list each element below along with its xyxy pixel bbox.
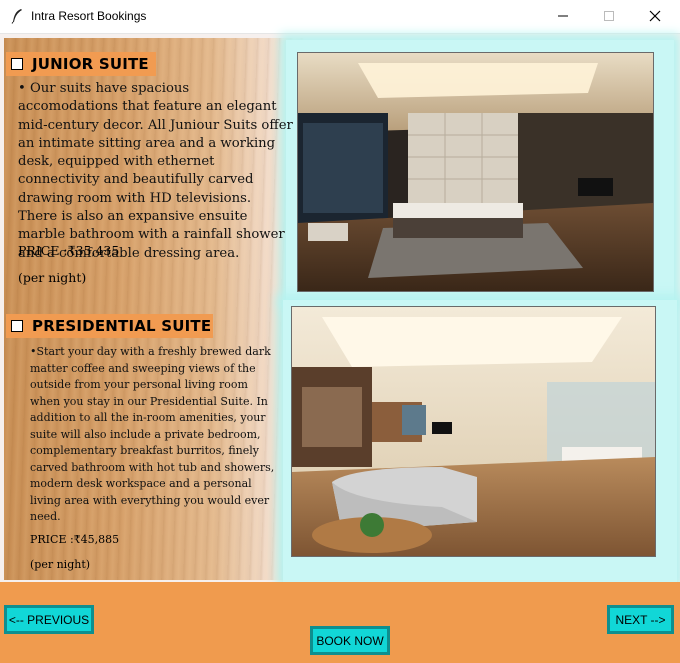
footer-bar: <-- PREVIOUS NEXT --> BOOK NOW bbox=[0, 582, 680, 663]
presidential-suite-description: •Start your day with a freshly brewed da… bbox=[30, 345, 275, 523]
junior-suite-description: • Our suits have spacious accomodations … bbox=[18, 81, 293, 261]
maximize-button[interactable] bbox=[586, 0, 632, 32]
junior-suite-checkbox[interactable] bbox=[11, 58, 23, 70]
junior-suite-header: JUNIOR SUITE bbox=[6, 52, 156, 76]
presidential-suite-header: PRESIDENTIAL SUITE bbox=[6, 314, 213, 338]
junior-suite-photo bbox=[297, 52, 654, 292]
content-area: JUNIOR SUITE • Our suits have spacious a… bbox=[0, 34, 680, 582]
title-bar: Intra Resort Bookings bbox=[0, 0, 680, 34]
feather-app-icon bbox=[11, 9, 22, 24]
junior-suite-name: JUNIOR SUITE bbox=[32, 55, 149, 73]
presidential-suite-price: PRICE :₹45,885 bbox=[30, 533, 120, 546]
minimize-icon bbox=[558, 15, 568, 17]
maximize-icon bbox=[604, 11, 614, 21]
junior-suite-price: PRICE :₹35,435 bbox=[18, 243, 120, 258]
book-now-button[interactable]: BOOK NOW bbox=[310, 626, 390, 655]
presidential-suite-name: PRESIDENTIAL SUITE bbox=[32, 317, 212, 335]
next-button[interactable]: NEXT --> bbox=[607, 605, 674, 634]
junior-suite-per-night: (per night) bbox=[18, 270, 87, 285]
close-button[interactable] bbox=[632, 0, 678, 32]
presidential-suite-checkbox[interactable] bbox=[11, 320, 23, 332]
presidential-suite-photo bbox=[291, 306, 656, 557]
close-icon bbox=[649, 10, 661, 22]
minimize-button[interactable] bbox=[540, 0, 586, 32]
window-title: Intra Resort Bookings bbox=[31, 9, 147, 23]
presidential-suite-per-night: (per night) bbox=[30, 558, 91, 571]
previous-button[interactable]: <-- PREVIOUS bbox=[4, 605, 94, 634]
